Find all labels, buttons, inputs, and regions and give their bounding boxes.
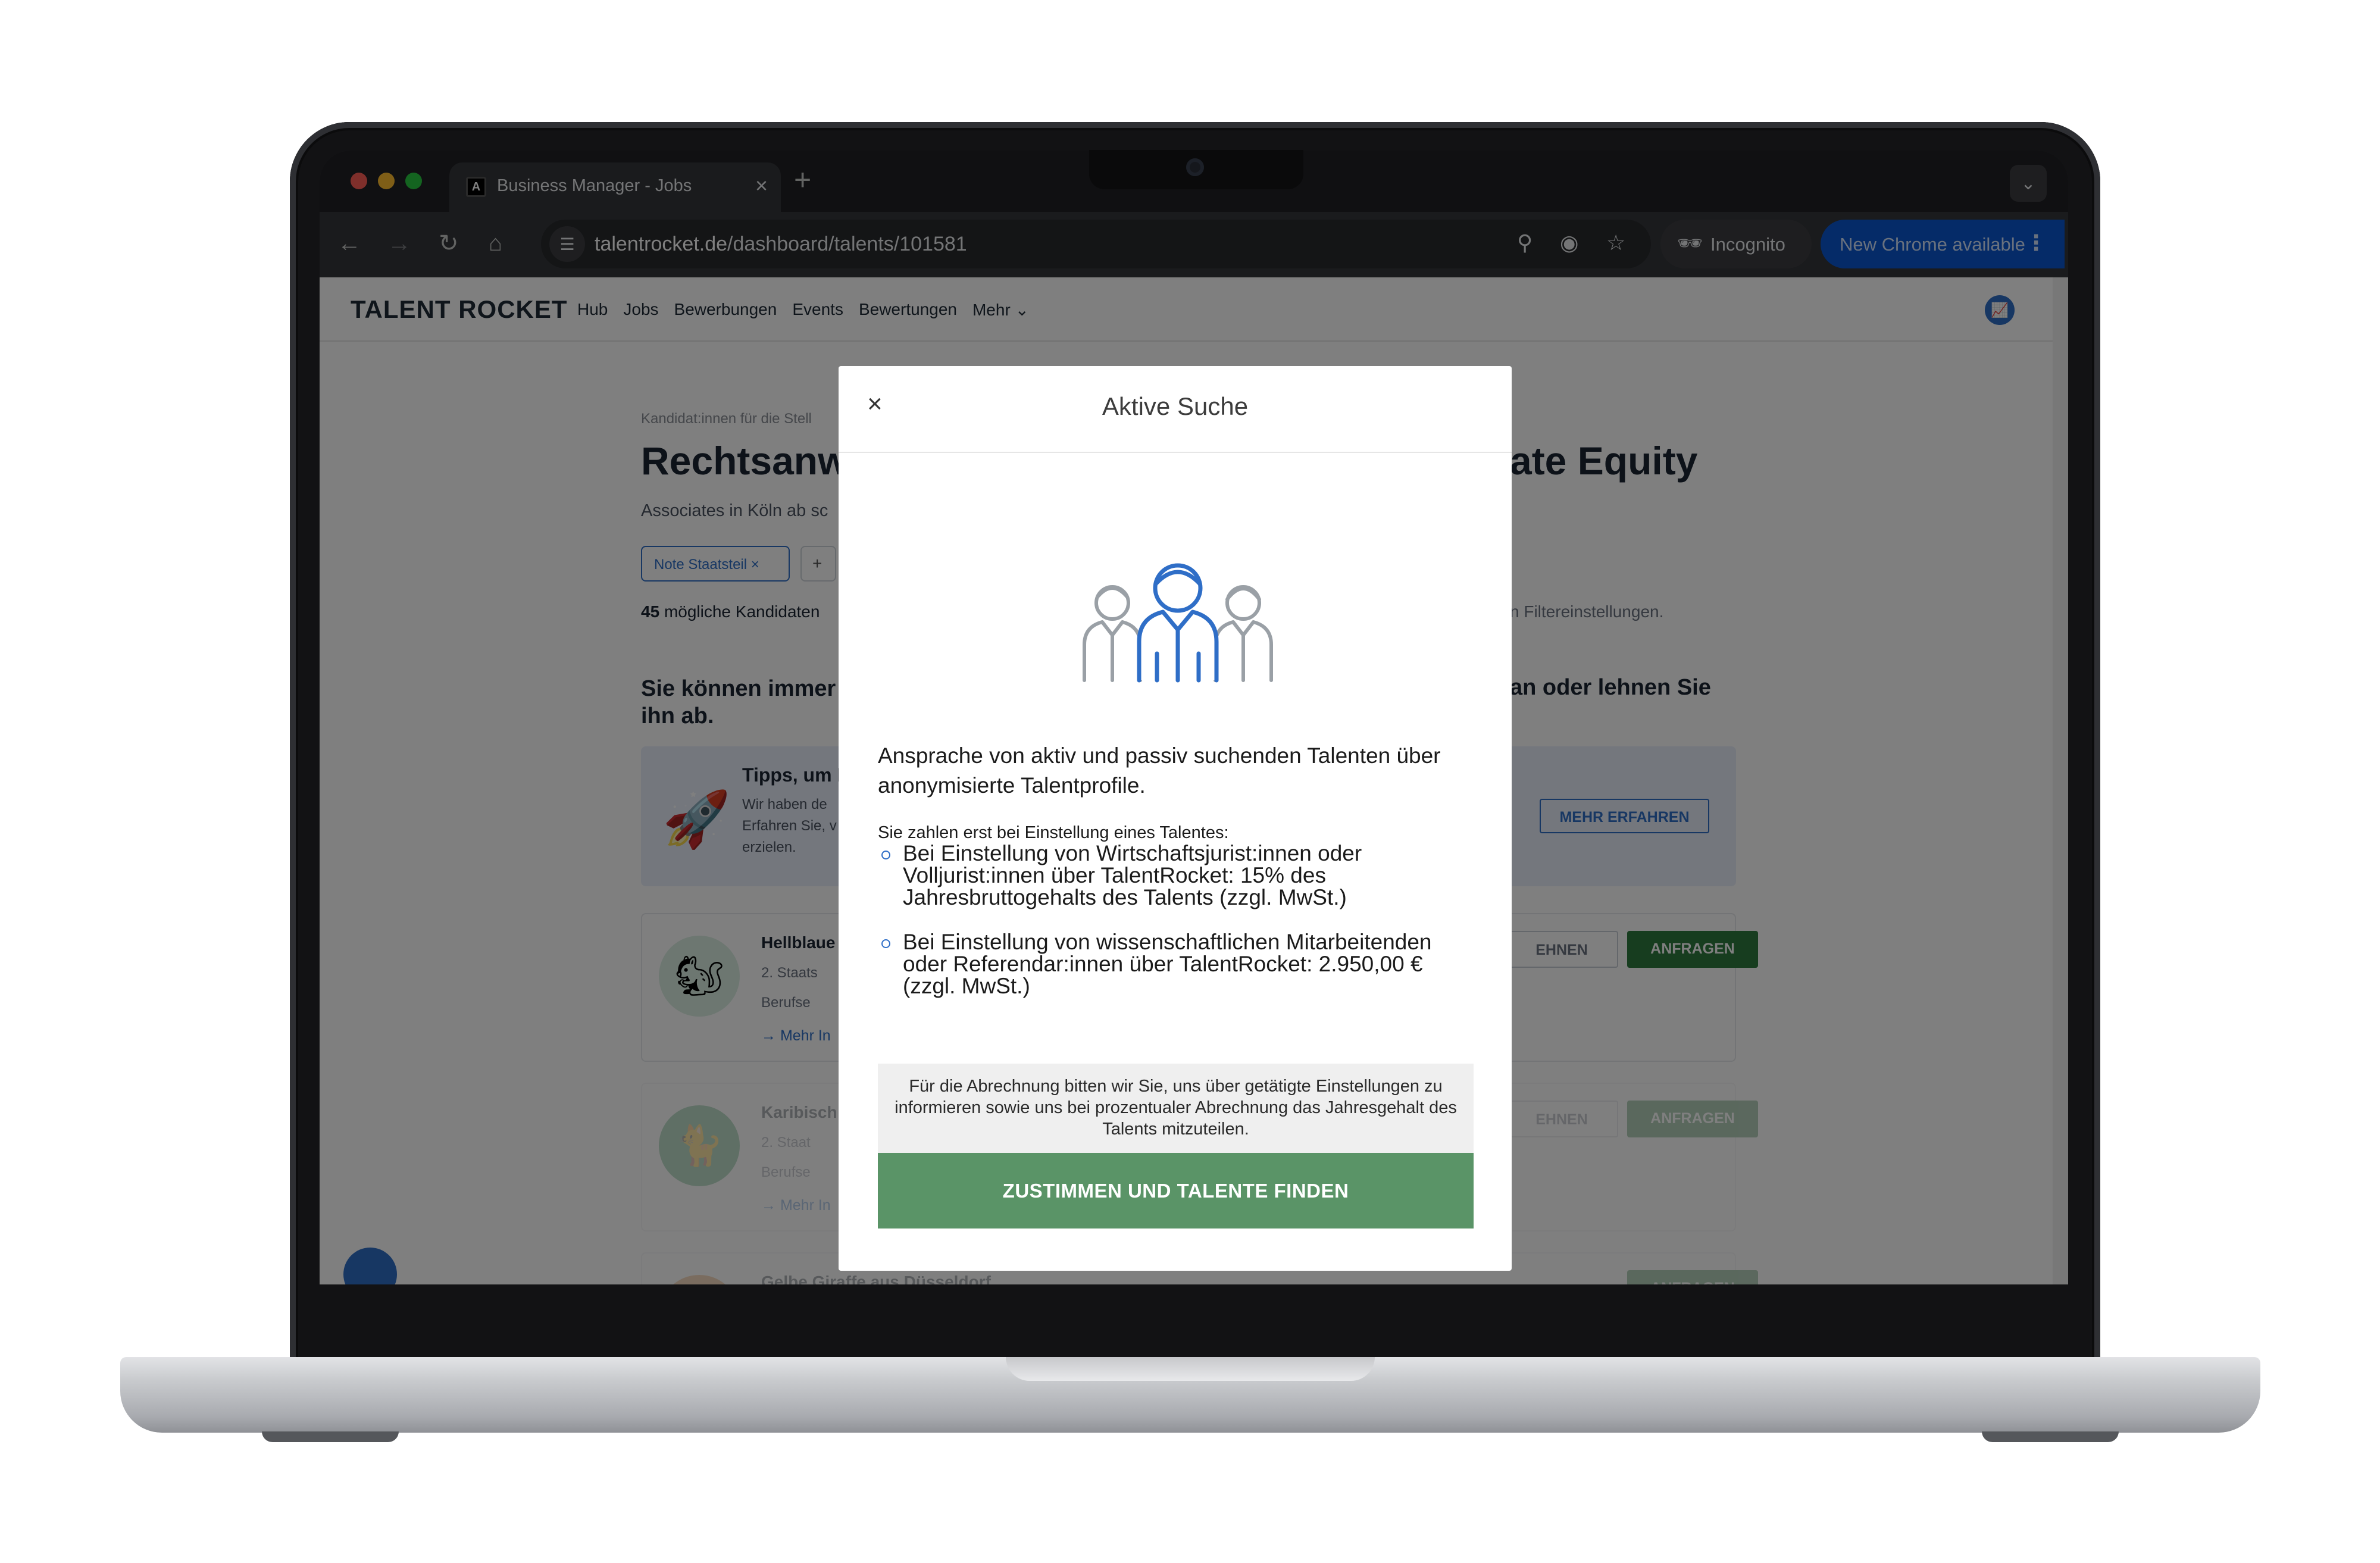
modal-intro-text: Sie zahlen erst bei Einstellung eines Ta… [878, 823, 1229, 842]
laptop-foot-left [262, 1431, 399, 1442]
modal-title: Aktive Suche [1102, 392, 1249, 420]
laptop-foot-right [1982, 1431, 2119, 1442]
laptop-base-notch [1006, 1357, 1375, 1381]
modal-lead-text: Ansprache von aktiv und passiv suchenden… [878, 743, 1441, 798]
team-people-icon [1083, 563, 1273, 683]
billing-note: Für die Abrechnung bitten wir Sie, uns ü… [878, 1064, 1474, 1153]
agree-and-find-talents-button[interactable]: ZUSTIMMEN UND TALENTE FINDEN [878, 1153, 1474, 1228]
camera-icon [1186, 158, 1204, 176]
active-search-modal: × Aktive Suche Ansprache von aktiv und p… [839, 366, 1512, 1271]
modal-divider [839, 452, 1512, 453]
pricing-item-flat-fee: Bei Einstellung von wissenschaftlichen M… [878, 931, 1479, 997]
pricing-list: Bei Einstellung von Wirtschaftsjurist:in… [878, 842, 1479, 1020]
pricing-item-percentage: Bei Einstellung von Wirtschaftsjurist:in… [878, 842, 1479, 908]
